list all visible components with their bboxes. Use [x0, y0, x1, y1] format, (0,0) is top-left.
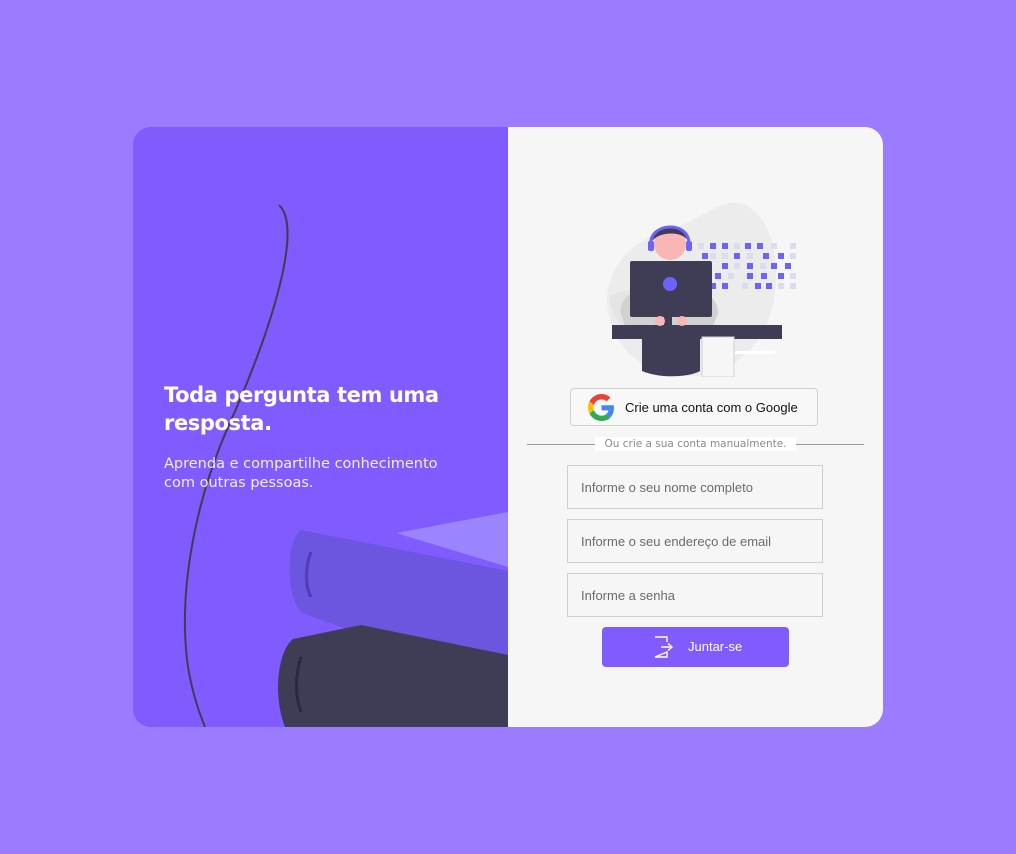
- log-in-icon: [654, 636, 674, 658]
- join-button[interactable]: Juntar-se: [602, 627, 789, 667]
- hero-subtitle: Aprenda e compartilhe conhecimento com o…: [164, 456, 438, 491]
- hero-panel: Toda pergunta tem uma resposta. Aprenda …: [133, 127, 508, 727]
- password-input[interactable]: [567, 573, 823, 617]
- google-icon: [588, 393, 614, 421]
- or-divider: Ou crie a sua conta manualmente.: [527, 437, 864, 451]
- email-input[interactable]: [567, 519, 823, 563]
- person-at-computer-illustration: [607, 202, 796, 377]
- google-signup-button[interactable]: Crie uma conta com o Google: [570, 388, 818, 426]
- google-signup-label: Crie uma conta com o Google: [625, 399, 798, 415]
- hero-title: Toda pergunta tem uma resposta.: [164, 383, 439, 435]
- signup-card: Toda pergunta tem uma resposta. Aprenda …: [133, 127, 883, 727]
- signup-panel: Crie uma conta com o Google Ou crie a su…: [508, 127, 883, 727]
- join-button-label: Juntar-se: [688, 639, 743, 654]
- full-name-input[interactable]: [567, 465, 823, 509]
- divider-text: Ou crie a sua conta manualmente.: [595, 437, 796, 451]
